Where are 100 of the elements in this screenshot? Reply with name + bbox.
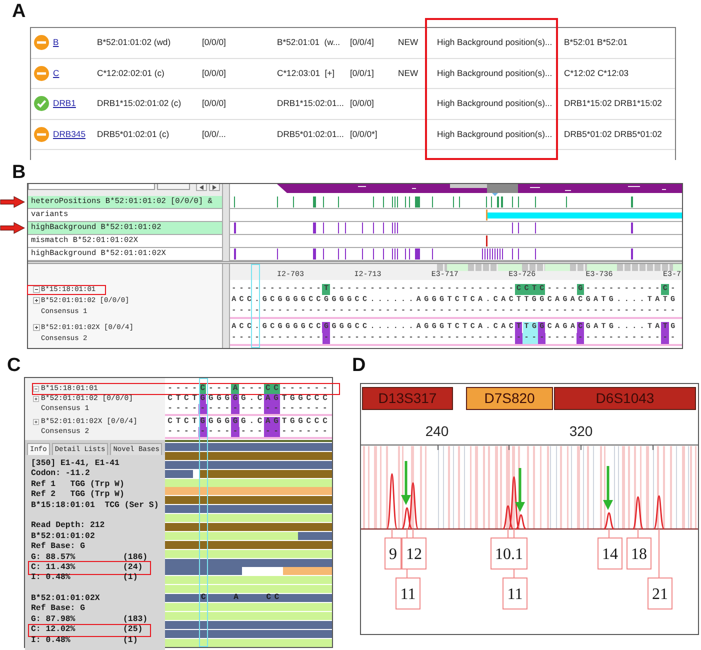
- info-text: I: 0.48%: [31, 573, 72, 584]
- plus-icon[interactable]: [33, 419, 39, 425]
- sequence-text: ---: [207, 384, 233, 394]
- table-text: C*12:03:01 [+]: [277, 68, 335, 79]
- info-text: G: 88.57%: [31, 552, 76, 563]
- allele-label: 11: [396, 578, 420, 610]
- allele-label: 18: [626, 538, 652, 570]
- info-text: I: 0.48%: [31, 636, 72, 646]
- info-text: Ref Base: G: [31, 542, 86, 553]
- info-text: Codon: -11.2: [31, 469, 90, 480]
- allele-label: 11: [502, 578, 528, 610]
- count-text: (183): [123, 614, 148, 625]
- info-text: C: 12.02%: [31, 625, 76, 636]
- table-text: [0/0/...: [202, 128, 226, 140]
- info-text: B*52:01:01:02: [31, 532, 95, 542]
- locus-bar: D7S820: [466, 387, 553, 410]
- info-text: C: 11.43%: [31, 562, 76, 574]
- highlighted-bases: A: [231, 384, 242, 394]
- read-bar: C A CC: [165, 594, 332, 602]
- table-text: NEW: [398, 37, 418, 48]
- locus-link[interactable]: DRB1: [53, 98, 76, 110]
- highlighted-bases: AG: [264, 394, 282, 404]
- highlighted-bases: G: [231, 394, 242, 404]
- leader-line: [658, 528, 660, 578]
- info-text: Ref 1 TGG (Trp W): [31, 480, 124, 490]
- locus-bar: D6S1043: [554, 387, 696, 410]
- count-text: (24): [123, 562, 143, 573]
- panel-label: D: [352, 356, 366, 375]
- info-text: B*15:18:01:01 TCG (Ser S): [31, 500, 159, 511]
- sequence-text: GGG: [207, 417, 233, 427]
- table-text: NEW: [398, 68, 418, 79]
- table-text: High Background position(s)...: [437, 128, 552, 140]
- table-text: DRB5*01:02:01 (c): [97, 128, 170, 140]
- peak: [386, 473, 398, 530]
- peak: [632, 496, 644, 530]
- locus-link[interactable]: DRB345: [53, 128, 86, 140]
- info-text: [350] E1-41, E1-41: [31, 459, 120, 469]
- table-text: B*52:01:01:02 (wd): [97, 37, 171, 48]
- toolbar-button[interactable]: [157, 184, 190, 190]
- table-text: DRB1*15:02:01:02 (c): [97, 98, 182, 110]
- axis-label: 320: [569, 423, 593, 439]
- info-text: G: 87.98%: [31, 614, 76, 626]
- table-text: [0/0/0]: [202, 68, 226, 79]
- table-text: B*52:01:01 (w...: [277, 37, 340, 48]
- info-text: Ref Base: G: [31, 604, 86, 615]
- back-button[interactable]: [196, 184, 207, 191]
- allele-label: 10.1: [490, 538, 528, 570]
- minus-circle-icon: [34, 35, 49, 50]
- peak: [604, 512, 614, 530]
- panel-label: B: [12, 163, 26, 182]
- locus-bar: D13S317: [362, 387, 453, 410]
- table-text: High Background position(s)...: [437, 98, 552, 110]
- minus-icon[interactable]: [33, 286, 40, 293]
- minus-circle-icon: [34, 66, 49, 81]
- input-field[interactable]: [28, 184, 155, 190]
- minus-circle-icon: [34, 126, 49, 142]
- table-text: [0/0/0]: [202, 98, 226, 110]
- forward-button[interactable]: [209, 184, 220, 191]
- leader-line: [608, 528, 610, 538]
- sequence-text: TGGCCC: [280, 394, 331, 404]
- locus-link[interactable]: C: [53, 68, 60, 79]
- table-text: [0/0/0]: [350, 98, 374, 110]
- table-text: [0/0/4]: [350, 37, 374, 48]
- table-text: DRB1*15:02 DRB1*15:02: [564, 98, 662, 110]
- table-text: High Background position(s)...: [437, 68, 552, 79]
- table-text: C*12:02 C*12:03: [564, 68, 628, 79]
- sequence-text: G.C: [240, 394, 266, 404]
- panel-label: C: [7, 356, 21, 375]
- minus-icon[interactable]: [33, 386, 39, 392]
- highlighted-bases: CC: [264, 384, 282, 394]
- count-text: (1): [123, 636, 138, 646]
- sequence-text: TGGCCC: [280, 417, 331, 427]
- table-text: [0/0/0*]: [350, 128, 378, 140]
- table-text: DRB5*01:02:01...: [277, 128, 344, 140]
- allele-label: 9: [384, 538, 402, 570]
- count-text: (25): [123, 625, 143, 636]
- plus-icon[interactable]: [33, 324, 40, 331]
- plus-icon[interactable]: [33, 297, 40, 304]
- allele-label: 12: [402, 538, 426, 570]
- locus-link[interactable]: B: [53, 37, 59, 48]
- table-text: High Background position(s)...: [437, 37, 552, 48]
- allele-label: 21: [648, 578, 672, 610]
- highlighted-bases: AG: [264, 417, 282, 427]
- info-text: B*52:01:01:02X: [31, 594, 100, 604]
- plus-icon[interactable]: [33, 396, 39, 402]
- sequence-text: ----: [166, 384, 200, 394]
- table-text: DRB5*01:02 DRB5*01:02: [564, 128, 662, 140]
- panel-label: A: [12, 2, 26, 21]
- count-text: (186): [123, 552, 148, 563]
- sequence-text: ------: [280, 384, 331, 394]
- sequence-text: G.C: [240, 417, 266, 427]
- leader-line: [412, 528, 414, 538]
- peak: [653, 495, 665, 530]
- allele-label: 14: [598, 538, 622, 570]
- table-text: B*52:01 B*52:01: [564, 37, 628, 48]
- table-text: [0/0/0]: [202, 37, 226, 48]
- axis-label: 240: [425, 423, 449, 439]
- table-text: DRB1*15:02:01...: [277, 98, 344, 110]
- sequence-text: GGG: [207, 394, 233, 404]
- check-circle-icon: [34, 96, 49, 112]
